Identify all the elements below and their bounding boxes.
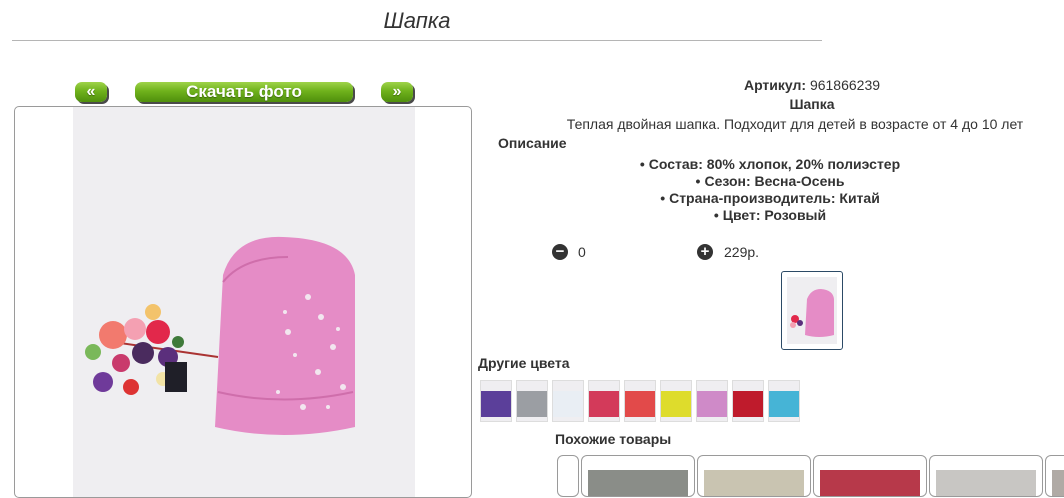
similar-product-card[interactable] [1045,455,1064,497]
properties-list: Состав: 80% хлопок, 20% полиэстер Сезон:… [478,156,1062,224]
next-photo-button[interactable]: » [381,82,413,102]
similar-scroll-left[interactable] [557,455,579,497]
price-value: 229р. [724,244,760,260]
color-swatch[interactable] [732,380,764,422]
product-photo-frame [14,106,472,498]
color-swatch[interactable] [588,380,620,422]
other-colors-heading: Другие цвета [478,355,570,371]
product-name: Шапка [789,96,835,112]
description-heading: Описание [498,135,567,151]
increase-quantity-icon[interactable]: + [697,244,713,260]
download-photo-button[interactable]: Скачать фото [135,82,353,102]
quantity-value: 0 [578,244,586,260]
similar-product-card[interactable] [813,455,927,497]
beanie [215,236,355,435]
short-description: Теплая двойная шапка. Подходит для детей… [566,116,1024,132]
color-swatch[interactable] [624,380,656,422]
article-value: 961866239 [809,77,881,93]
prev-photo-button[interactable]: « [75,82,107,102]
color-swatch[interactable] [516,380,548,422]
color-swatch[interactable] [768,380,800,422]
property-color: Цвет: Розовый [478,207,1062,224]
similar-product-card[interactable] [929,455,1043,497]
page-title: Шапка [383,8,451,33]
color-swatch[interactable] [480,380,512,422]
thumbnail-image [787,277,837,344]
similar-products-heading: Похожие товары [555,431,672,447]
title-divider [12,40,822,41]
similar-product-card[interactable] [697,455,811,497]
property-season: Сезон: Весна-Осень [478,173,1062,190]
property-country: Страна-производитель: Китай [478,190,1062,207]
article-label: Артикул: [743,77,807,93]
color-swatch[interactable] [696,380,728,422]
color-swatch[interactable] [660,380,692,422]
photo-thumbnail[interactable] [781,271,843,350]
article-line: Артикул: 961866239 [478,77,1064,93]
decrease-quantity-icon[interactable]: − [552,244,568,260]
color-swatch[interactable] [552,380,584,422]
property-composition: Состав: 80% хлопок, 20% полиэстер [478,156,1062,173]
product-photo [73,107,415,497]
similar-product-card[interactable] [581,455,695,497]
